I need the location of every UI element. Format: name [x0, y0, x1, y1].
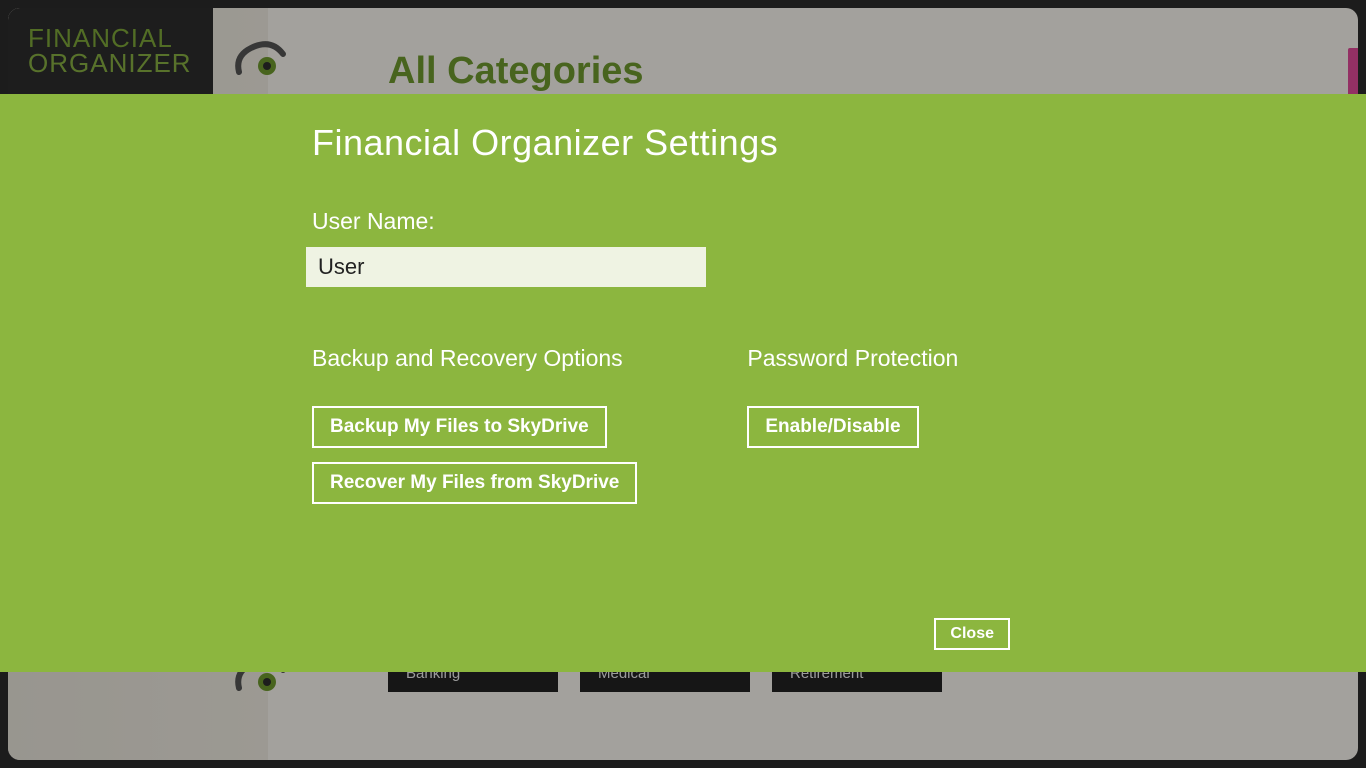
username-label: User Name: [312, 208, 1306, 235]
settings-panel: Financial Organizer Settings User Name: … [0, 94, 1366, 672]
backup-button[interactable]: Backup My Files to SkyDrive [312, 406, 607, 448]
settings-title: Financial Organizer Settings [312, 122, 1306, 164]
backup-section: Backup and Recovery Options Backup My Fi… [312, 345, 637, 504]
backup-section-label: Backup and Recovery Options [312, 345, 637, 372]
username-input[interactable] [306, 247, 706, 287]
password-toggle-button[interactable]: Enable/Disable [747, 406, 918, 448]
recover-button[interactable]: Recover My Files from SkyDrive [312, 462, 637, 504]
password-section: Password Protection Enable/Disable [747, 345, 958, 504]
close-button[interactable]: Close [934, 618, 1010, 650]
password-section-label: Password Protection [747, 345, 958, 372]
